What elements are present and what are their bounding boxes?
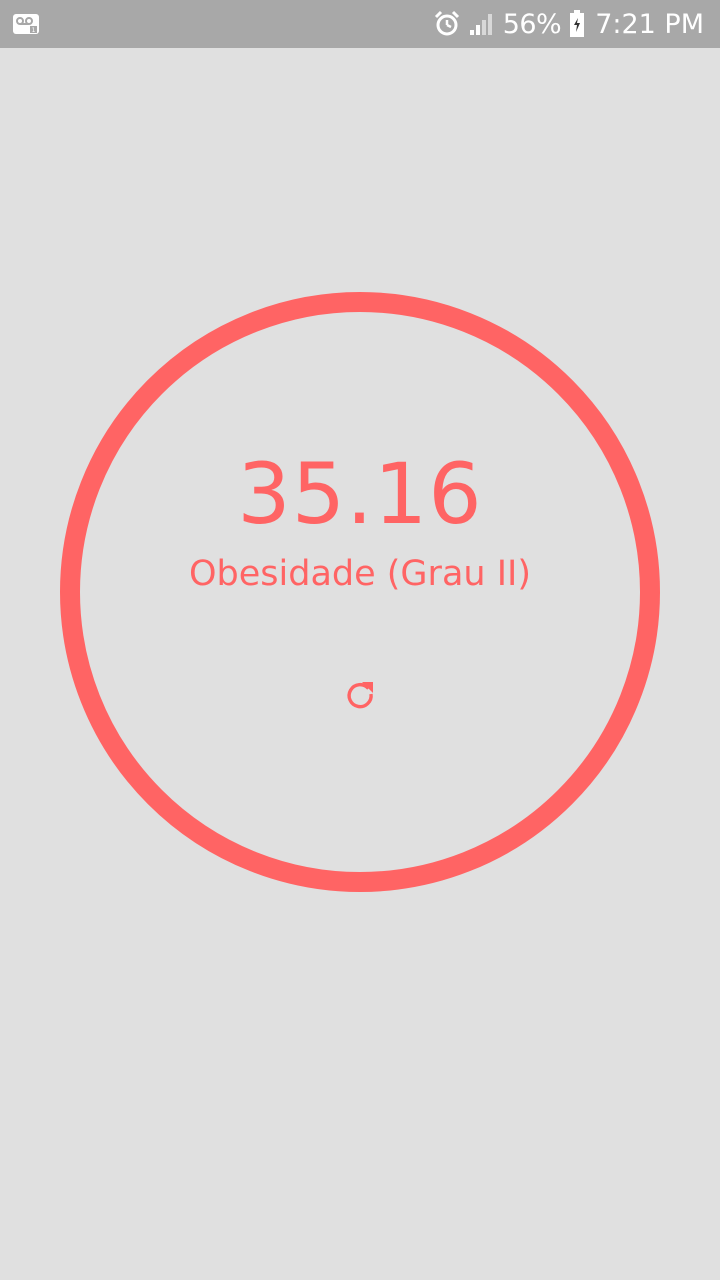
battery-icon — [570, 10, 585, 37]
voicemail-icon: 1 — [13, 14, 39, 34]
svg-text:1: 1 — [32, 27, 36, 34]
status-icons: 56% 7:21 PM — [433, 0, 704, 48]
refresh-icon — [347, 682, 373, 709]
bmi-category: Obesidade (Grau II) — [188, 554, 532, 594]
clock: 7:21 PM — [595, 8, 704, 40]
status-bar: 1 56% 7:21 PM — [0, 0, 720, 48]
alarm-icon — [434, 10, 459, 36]
refresh-button[interactable] — [336, 670, 384, 718]
signal-icon — [469, 14, 492, 35]
battery-percent: 56% — [502, 8, 562, 40]
bmi-value: 35.16 — [237, 445, 483, 543]
